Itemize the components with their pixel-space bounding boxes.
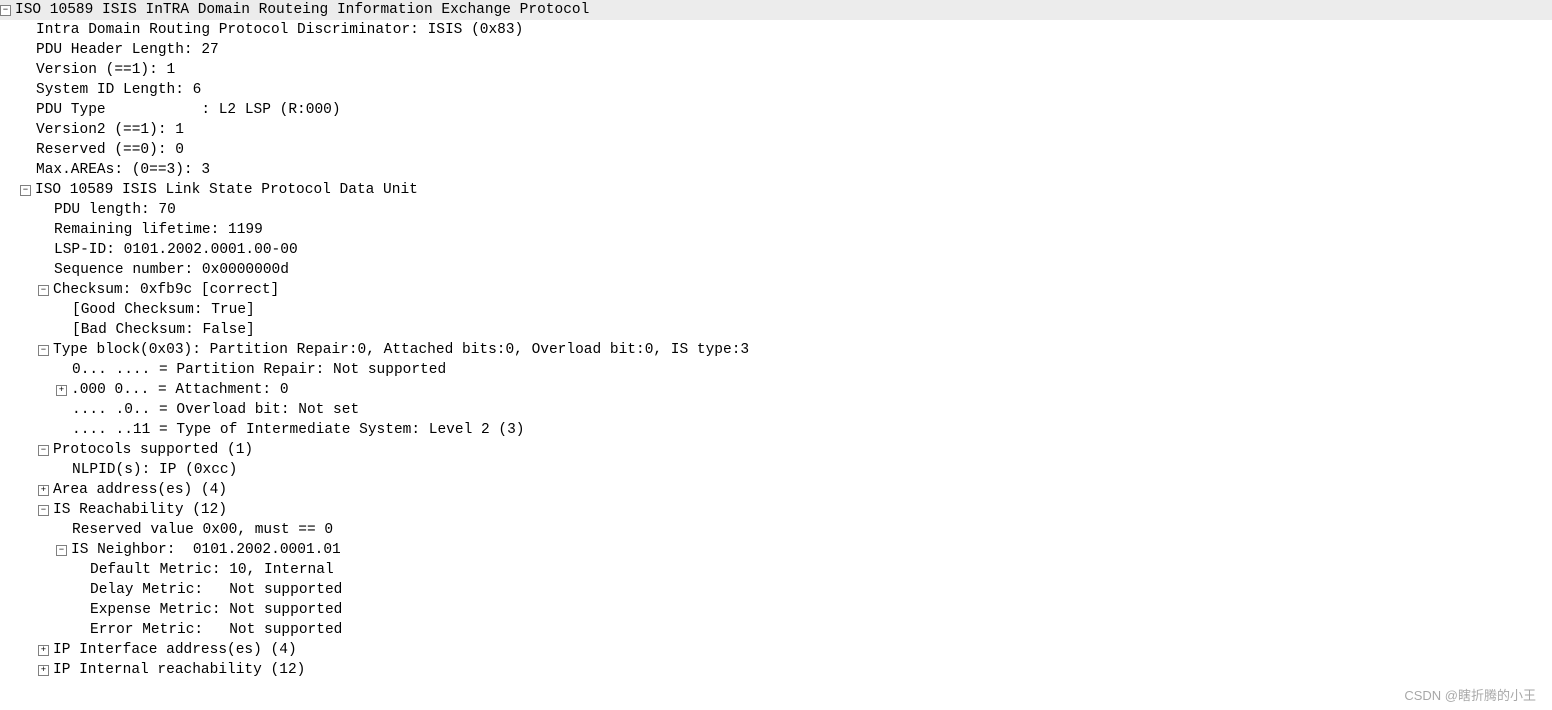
tree-label: Remaining lifetime: 1199 — [54, 220, 263, 240]
field-sequence-number[interactable]: Sequence number: 0x0000000d — [0, 260, 1552, 280]
tree-label: PDU Type : L2 LSP (R:000) — [36, 100, 341, 120]
tree-label: PDU Header Length: 27 — [36, 40, 219, 60]
collapse-icon[interactable]: − — [56, 545, 67, 556]
tree-label: Reserved (==0): 0 — [36, 140, 184, 160]
tree-label: .... .0.. = Overload bit: Not set — [72, 400, 359, 420]
field-default-metric[interactable]: Default Metric: 10, Internal — [0, 560, 1552, 580]
field-version[interactable]: Version (==1): 1 — [0, 60, 1552, 80]
tree-label: ISO 10589 ISIS InTRA Domain Routeing Inf… — [15, 0, 589, 20]
node-checksum[interactable]: −Checksum: 0xfb9c [correct] — [0, 280, 1552, 300]
field-remaining-lifetime[interactable]: Remaining lifetime: 1199 — [0, 220, 1552, 240]
tree-label: Error Metric: Not supported — [90, 620, 342, 640]
tree-label: Reserved value 0x00, must == 0 — [72, 520, 333, 540]
field-partition-repair[interactable]: 0... .... = Partition Repair: Not suppor… — [0, 360, 1552, 380]
watermark: CSDN @瞎折腾的小王 — [1404, 686, 1536, 706]
field-lsp-id[interactable]: LSP-ID: 0101.2002.0001.00-00 — [0, 240, 1552, 260]
tree-label: Intra Domain Routing Protocol Discrimina… — [36, 20, 523, 40]
field-reserved[interactable]: Reserved (==0): 0 — [0, 140, 1552, 160]
tree-label: ISO 10589 ISIS Link State Protocol Data … — [35, 180, 418, 200]
packet-tree: −ISO 10589 ISIS InTRA Domain Routeing In… — [0, 0, 1552, 680]
node-lsp-data-unit[interactable]: −ISO 10589 ISIS Link State Protocol Data… — [0, 180, 1552, 200]
tree-label: IP Internal reachability (12) — [53, 660, 305, 680]
node-protocols-supported[interactable]: −Protocols supported (1) — [0, 440, 1552, 460]
tree-label: .000 0... = Attachment: 0 — [71, 380, 289, 400]
field-error-metric[interactable]: Error Metric: Not supported — [0, 620, 1552, 640]
field-nlpid[interactable]: NLPID(s): IP (0xcc) — [0, 460, 1552, 480]
collapse-icon[interactable]: − — [0, 5, 11, 16]
tree-label: 0... .... = Partition Repair: Not suppor… — [72, 360, 446, 380]
tree-label: PDU length: 70 — [54, 200, 176, 220]
field-system-id-length[interactable]: System ID Length: 6 — [0, 80, 1552, 100]
field-overload-bit[interactable]: .... .0.. = Overload bit: Not set — [0, 400, 1552, 420]
tree-label: .... ..11 = Type of Intermediate System:… — [72, 420, 524, 440]
node-area-addresses[interactable]: + Area address(es) (4) — [0, 480, 1552, 500]
tree-label: NLPID(s): IP (0xcc) — [72, 460, 237, 480]
collapse-icon[interactable]: − — [38, 505, 49, 516]
tree-label: Protocols supported (1) — [53, 440, 253, 460]
field-pdu-length[interactable]: PDU length: 70 — [0, 200, 1552, 220]
field-good-checksum[interactable]: [Good Checksum: True] — [0, 300, 1552, 320]
field-reserved-value[interactable]: Reserved value 0x00, must == 0 — [0, 520, 1552, 540]
node-is-neighbor[interactable]: −IS Neighbor: 0101.2002.0001.01 — [0, 540, 1552, 560]
expand-icon[interactable]: + — [38, 485, 49, 496]
tree-label: Expense Metric: Not supported — [90, 600, 342, 620]
expand-icon[interactable]: + — [56, 385, 67, 396]
tree-label: [Good Checksum: True] — [72, 300, 255, 320]
field-max-areas[interactable]: Max.AREAs: (0==3): 3 — [0, 160, 1552, 180]
node-ip-internal-reachability[interactable]: + IP Internal reachability (12) — [0, 660, 1552, 680]
tree-label: Version2 (==1): 1 — [36, 120, 184, 140]
tree-label: Sequence number: 0x0000000d — [54, 260, 289, 280]
collapse-icon[interactable]: − — [38, 285, 49, 296]
expand-icon[interactable]: + — [38, 645, 49, 656]
field-expense-metric[interactable]: Expense Metric: Not supported — [0, 600, 1552, 620]
field-is-type[interactable]: .... ..11 = Type of Intermediate System:… — [0, 420, 1552, 440]
tree-label: Type block(0x03): Partition Repair:0, At… — [53, 340, 749, 360]
tree-label: [Bad Checksum: False] — [72, 320, 255, 340]
node-type-block[interactable]: −Type block(0x03): Partition Repair:0, A… — [0, 340, 1552, 360]
node-ip-interface-addresses[interactable]: + IP Interface address(es) (4) — [0, 640, 1552, 660]
tree-label: Checksum: 0xfb9c [correct] — [53, 280, 279, 300]
field-discriminator[interactable]: Intra Domain Routing Protocol Discrimina… — [0, 20, 1552, 40]
tree-label: Max.AREAs: (0==3): 3 — [36, 160, 210, 180]
field-bad-checksum[interactable]: [Bad Checksum: False] — [0, 320, 1552, 340]
tree-label: Delay Metric: Not supported — [90, 580, 342, 600]
field-version2[interactable]: Version2 (==1): 1 — [0, 120, 1552, 140]
tree-label: IS Reachability (12) — [53, 500, 227, 520]
tree-label: System ID Length: 6 — [36, 80, 201, 100]
collapse-icon[interactable]: − — [38, 445, 49, 456]
proto-root[interactable]: −ISO 10589 ISIS InTRA Domain Routeing In… — [0, 0, 1552, 20]
tree-label: Default Metric: 10, Internal — [90, 560, 334, 580]
node-attachment[interactable]: + .000 0... = Attachment: 0 — [0, 380, 1552, 400]
tree-label: Area address(es) (4) — [53, 480, 227, 500]
collapse-icon[interactable]: − — [38, 345, 49, 356]
field-pdu-header-length[interactable]: PDU Header Length: 27 — [0, 40, 1552, 60]
field-delay-metric[interactable]: Delay Metric: Not supported — [0, 580, 1552, 600]
tree-label: Version (==1): 1 — [36, 60, 175, 80]
tree-label: IP Interface address(es) (4) — [53, 640, 297, 660]
tree-label: LSP-ID: 0101.2002.0001.00-00 — [54, 240, 298, 260]
collapse-icon[interactable]: − — [20, 185, 31, 196]
tree-label: IS Neighbor: 0101.2002.0001.01 — [71, 540, 341, 560]
expand-icon[interactable]: + — [38, 665, 49, 676]
node-is-reachability[interactable]: −IS Reachability (12) — [0, 500, 1552, 520]
field-pdu-type[interactable]: PDU Type : L2 LSP (R:000) — [0, 100, 1552, 120]
